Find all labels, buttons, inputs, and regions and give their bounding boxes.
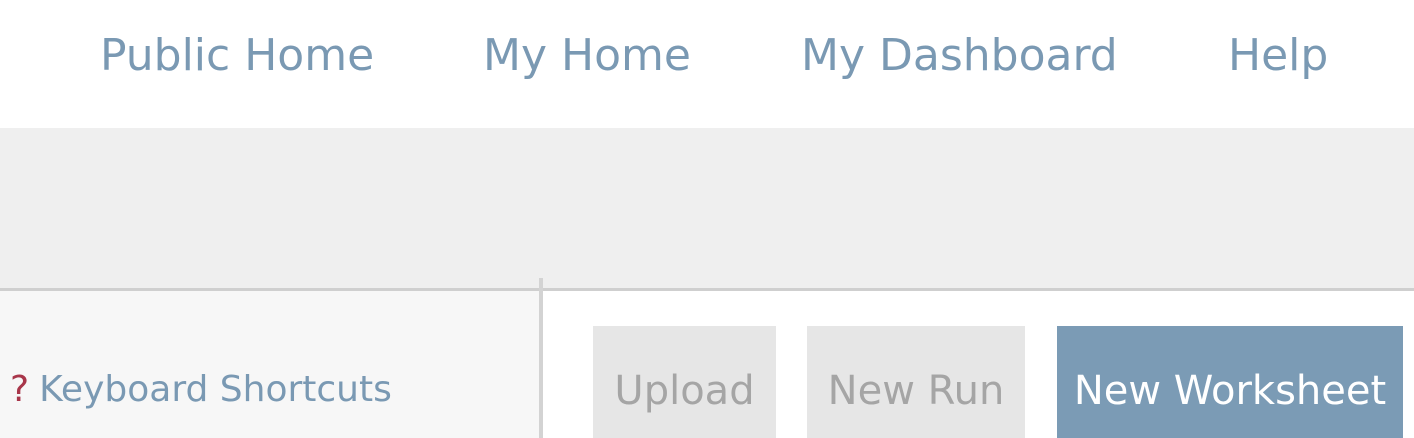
nav-help[interactable]: Help	[1228, 26, 1328, 86]
page: Public Home My Home My Dashboard Help ? K…	[0, 0, 1414, 438]
top-navigation: Public Home My Home My Dashboard Help	[0, 0, 1414, 128]
nav-my-home[interactable]: My Home	[483, 26, 691, 86]
keyboard-shortcuts-label: Keyboard Shortcuts	[39, 369, 392, 410]
upload-button[interactable]: Upload	[593, 326, 776, 438]
panel-divider[interactable]	[539, 278, 543, 438]
nav-my-dashboard[interactable]: My Dashboard	[801, 26, 1118, 86]
new-worksheet-button[interactable]: New Worksheet	[1057, 326, 1403, 438]
keyboard-shortcuts-link[interactable]: ? Keyboard Shortcuts	[10, 362, 392, 418]
nav-public-home[interactable]: Public Home	[100, 26, 374, 86]
new-run-button[interactable]: New Run	[807, 326, 1025, 438]
header-band	[0, 128, 1414, 290]
question-mark-icon: ?	[10, 369, 30, 410]
